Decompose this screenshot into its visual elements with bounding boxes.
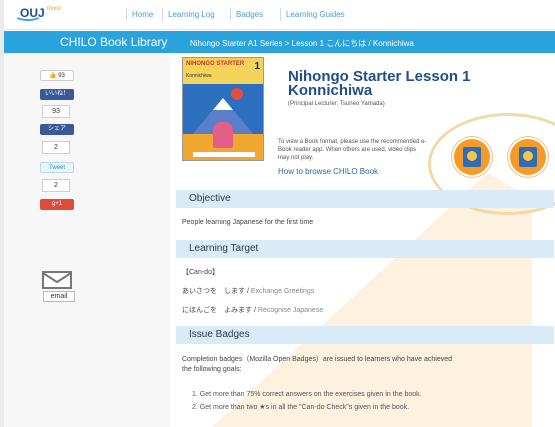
facebook-share-count: 2 <box>42 141 70 154</box>
nav-learning-log-link[interactable]: Learning Log <box>168 10 215 19</box>
objective-text: People learning Japanese for the first t… <box>182 219 314 226</box>
site-title[interactable]: CHILO Book Library <box>60 35 167 49</box>
nav-badges-link[interactable]: Badges <box>236 10 263 19</box>
like-button[interactable]: 👍 93 <box>40 70 74 81</box>
issue-badges-section-header: Issue Badges <box>176 326 554 344</box>
facebook-like-button[interactable]: いいね！ <box>40 89 74 100</box>
can-do-item: あいさつを します / Exchange Greetings <box>182 288 315 295</box>
ebook-preview-icon <box>519 147 537 167</box>
book-title: Nihongo Starter Lesson 1 Konnichiwa <box>288 68 471 99</box>
share-sidebar: 👍 93 いいね！ 93 シェア 2 Tweet 2 g+1 email <box>4 53 170 427</box>
can-do-label: 【Can-do】 <box>182 269 219 276</box>
learning-target-section-header: Learning Target <box>176 240 554 258</box>
nav-home-link[interactable]: Home <box>132 10 153 19</box>
list-item: 1. Get more than 75% correct answers on … <box>192 391 422 398</box>
reader-note: To view a Book format, please use the re… <box>278 139 427 161</box>
tweet-button[interactable]: Tweet <box>40 162 74 173</box>
email-icon[interactable] <box>42 271 72 289</box>
book-format-preview-button[interactable] <box>508 137 548 177</box>
main-content: NIHONGO STARTER 1 Konnichiwa Nihongo Sta… <box>170 53 555 427</box>
google-plus-button[interactable]: g+1 <box>40 199 74 210</box>
facebook-like-count: 93 <box>42 105 70 118</box>
nav-learning-guides-link[interactable]: Learning Guides <box>286 10 345 19</box>
lecturer-text: (Principal Lecturer: Tsuneo Yamada) <box>288 101 385 107</box>
email-button[interactable]: email <box>43 291 75 302</box>
badge-goal-list: 1. Get more than 75% correct answers on … <box>192 391 422 416</box>
how-to-browse-link[interactable]: How to browse CHILO Book <box>278 167 378 176</box>
top-navigation: OUJ mooc Home Learning Log Badges Learnin… <box>4 0 555 30</box>
title-bar: CHILO Book Library Nihongo Starter A1 Se… <box>4 31 555 53</box>
badges-description-cont: the following goals: <box>182 366 242 373</box>
facebook-share-button[interactable]: シェア <box>40 124 74 135</box>
book-format-download-button[interactable] <box>452 137 492 177</box>
badges-description: Completion badges（Mozilla Open Badges）ar… <box>182 356 453 363</box>
breadcrumb: Nihongo Starter A1 Series > Lesson 1 こんに… <box>190 39 414 48</box>
site-logo[interactable]: OUJ mooc <box>20 6 61 20</box>
list-item: 2. Get more than two ★s in all the "Can-… <box>192 404 410 411</box>
tweet-count: 2 <box>42 179 70 192</box>
objective-section-header: Objective <box>176 190 554 208</box>
book-cover-image[interactable]: NIHONGO STARTER 1 Konnichiwa <box>182 57 264 161</box>
can-do-item: にほんごを よみます / Recognise Japanese <box>182 307 324 314</box>
ebook-download-icon <box>463 147 481 167</box>
browser-page: OUJ mooc Home Learning Log Badges Learnin… <box>4 0 555 427</box>
